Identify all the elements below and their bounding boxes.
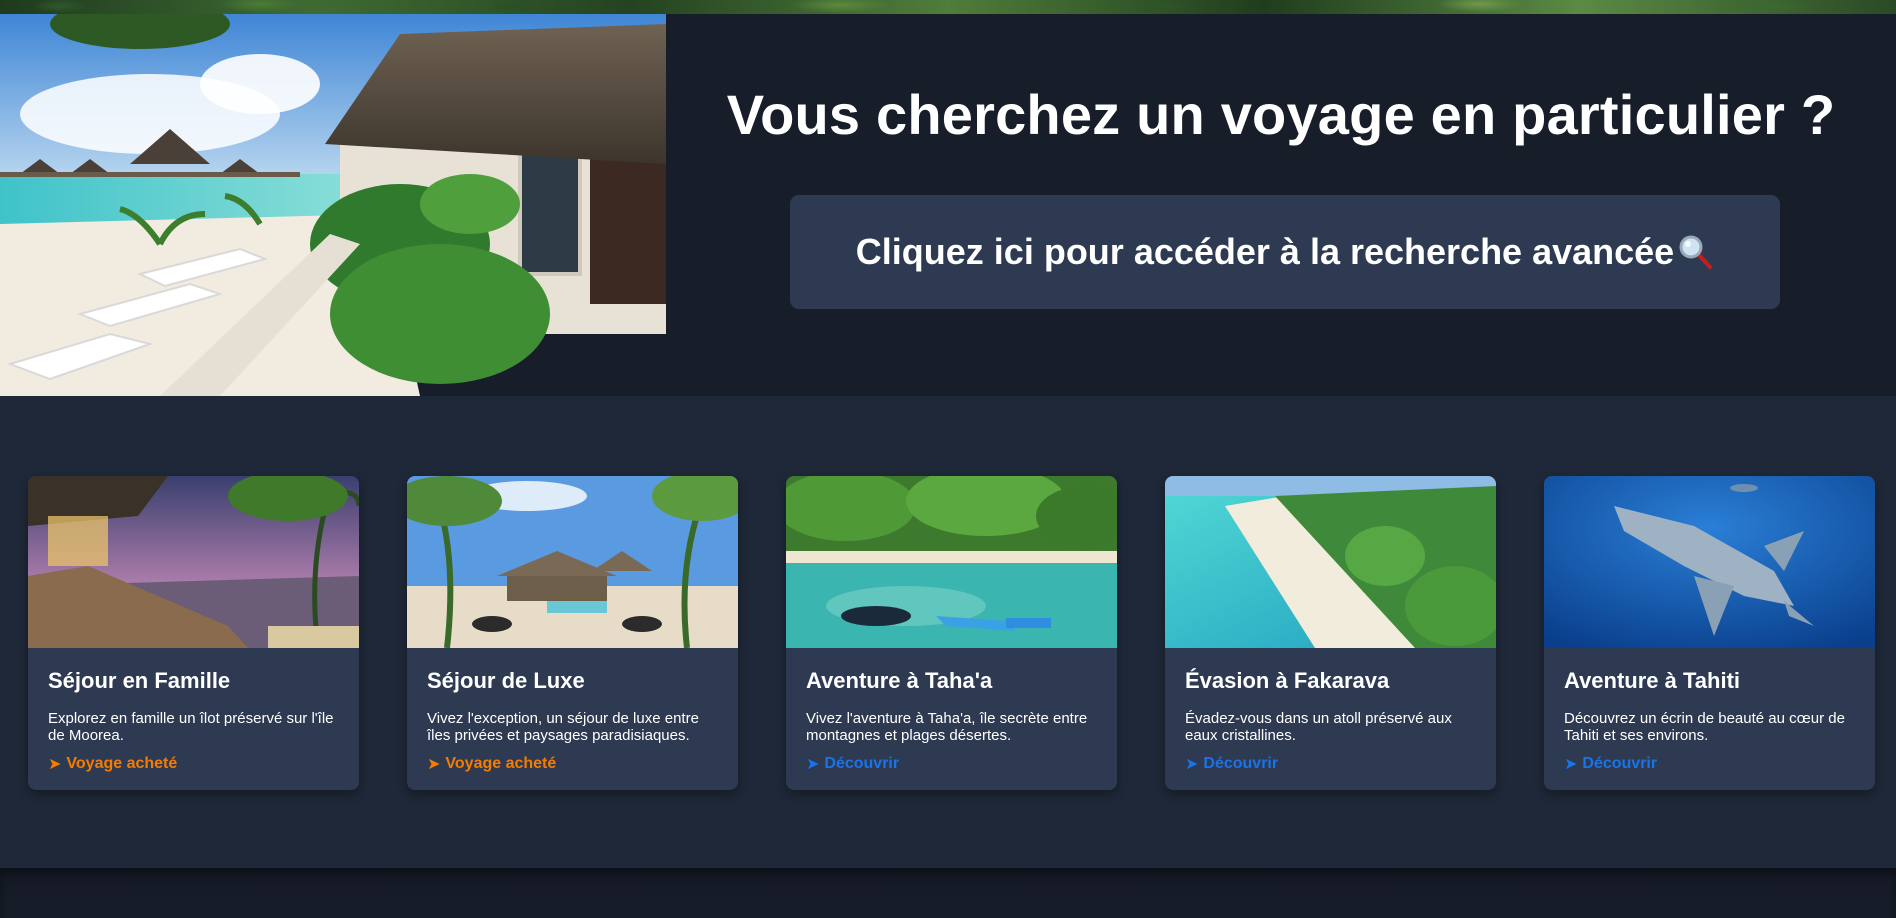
trip-status-label: Voyage acheté (445, 755, 557, 772)
trip-card-body: Aventure à Taha'a Vivez l'aventure à Tah… (786, 648, 1117, 774)
trip-card-body: Aventure à Tahiti Découvrez un écrin de … (1544, 648, 1875, 774)
trip-card[interactable]: Aventure à Taha'a Vivez l'aventure à Tah… (786, 476, 1117, 790)
advanced-search-button[interactable]: Cliquez ici pour accéder à la recherche … (790, 195, 1780, 309)
trip-card-description: Vivez l'aventure à Taha'a, île secrète e… (806, 710, 1088, 744)
arrow-right-icon: ➤ (806, 756, 820, 773)
trip-card[interactable]: Aventure à Tahiti Découvrez un écrin de … (1544, 476, 1875, 790)
trip-card-title: Séjour en Famille (48, 668, 231, 693)
trip-discover-label: Découvrir (824, 755, 900, 772)
page-title: Vous cherchez un voyage en particulier ? (726, 83, 1836, 146)
advanced-search-button-label: Cliquez ici pour accéder à la recherche … (855, 231, 1675, 272)
hero-section: Vous cherchez un voyage en particulier ?… (0, 14, 1896, 396)
trip-card[interactable]: Séjour en Famille Explorez en famille un… (28, 476, 359, 790)
trips-section: Séjour en Famille Explorez en famille un… (0, 396, 1896, 868)
trip-discover-label: Découvrir (1582, 755, 1658, 772)
trip-card[interactable]: Séjour de Luxe Vivez l'exception, un séj… (407, 476, 738, 790)
trip-status-link[interactable]: ➤ Voyage acheté (427, 754, 556, 774)
trip-card-description: Vivez l'exception, un séjour de luxe ent… (427, 710, 699, 744)
trip-card-title: Évasion à Fakarava (1185, 668, 1390, 693)
trip-card[interactable]: Évasion à Fakarava Évadez-vous dans un a… (1165, 476, 1496, 790)
trip-status-label: Voyage acheté (66, 755, 178, 772)
trip-card-image (1544, 476, 1875, 648)
hero-resort-photo (0, 14, 666, 396)
arrow-right-icon: ➤ (1564, 756, 1578, 773)
trip-card-title: Séjour de Luxe (427, 668, 585, 693)
trip-discover-link[interactable]: ➤ Découvrir (806, 754, 899, 774)
trip-card-image (407, 476, 738, 648)
trip-card-description: Découvrez un écrin de beauté au cœur de … (1564, 710, 1845, 744)
top-foliage-banner (0, 0, 1896, 14)
trip-card-title: Aventure à Tahiti (1564, 668, 1741, 693)
arrow-right-icon: ➤ (48, 756, 62, 773)
trip-discover-link[interactable]: ➤ Découvrir (1564, 754, 1657, 774)
trip-card-image (1165, 476, 1496, 648)
trip-status-link[interactable]: ➤ Voyage acheté (48, 754, 177, 774)
arrow-right-icon: ➤ (427, 756, 441, 773)
trip-discover-link[interactable]: ➤ Découvrir (1185, 754, 1278, 774)
trip-card-image (786, 476, 1117, 648)
trip-card-body: Séjour en Famille Explorez en famille un… (28, 648, 359, 774)
trip-card-description: Évadez-vous dans un atoll préservé aux e… (1185, 710, 1452, 744)
hero-text-panel: Vous cherchez un voyage en particulier ?… (666, 14, 1896, 396)
footer-band (0, 868, 1896, 918)
trip-card-description: Explorez en famille un îlot préservé sur… (48, 710, 334, 744)
trip-card-body: Évasion à Fakarava Évadez-vous dans un a… (1165, 648, 1496, 774)
trip-card-image (28, 476, 359, 648)
magnifying-glass-icon (1678, 234, 1714, 270)
trip-card-body: Séjour de Luxe Vivez l'exception, un séj… (407, 648, 738, 774)
arrow-right-icon: ➤ (1185, 756, 1199, 773)
trip-card-title: Aventure à Taha'a (806, 668, 993, 693)
trip-discover-label: Découvrir (1203, 755, 1279, 772)
